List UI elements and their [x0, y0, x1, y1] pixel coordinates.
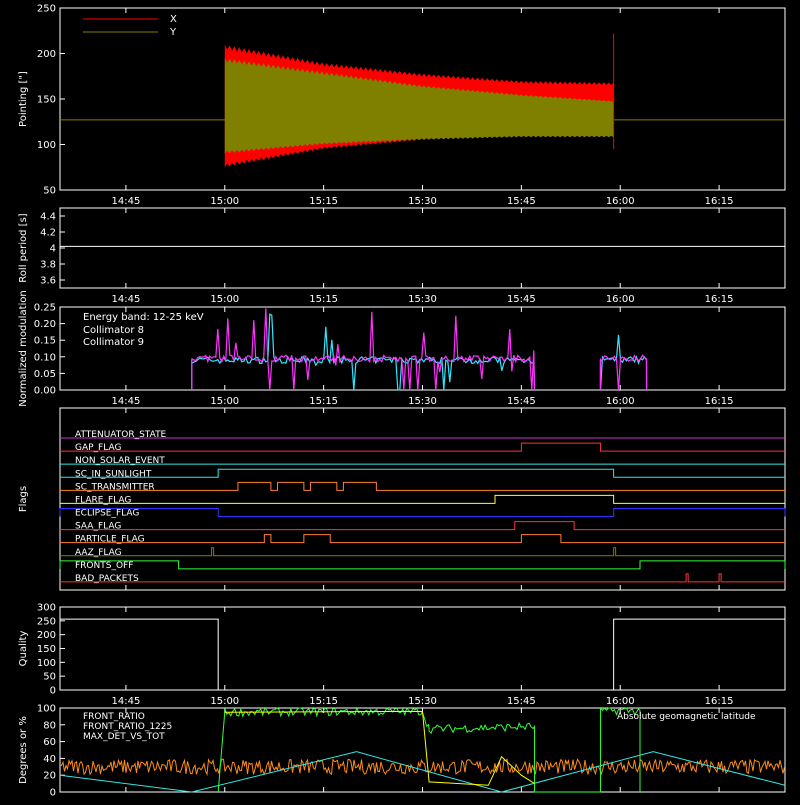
- time-tick-label: 14:45: [111, 396, 140, 407]
- time-tick-label: 16:15: [705, 396, 734, 407]
- time-tick-label: 14:45: [111, 294, 140, 305]
- modulation-legend-1: Collimator 9: [83, 337, 144, 348]
- ratios-legend-1: FRONT_RATIO_1225: [83, 722, 172, 732]
- time-tick-label: 15:15: [309, 294, 338, 305]
- y-tick-label: 3.6: [40, 276, 56, 287]
- time-tick-label: 15:45: [507, 696, 536, 707]
- y-tick-label: 0.20: [34, 319, 56, 330]
- time-tick-label: 15:45: [507, 396, 536, 407]
- time-tick-label: 16:00: [606, 294, 635, 305]
- time-tick-label: 16:00: [606, 396, 635, 407]
- y-tick-label: 200: [37, 630, 56, 641]
- y-tick-label: 250: [37, 616, 56, 627]
- y-tick-label: 40: [43, 754, 56, 765]
- figure: 14:45 15:00 15:15 15:30 15:45 16:00 16:15 Point…: [0, 0, 800, 800]
- y-tick-label: 0.05: [34, 369, 56, 380]
- multi-panel-chart: 14:45 15:00 15:15 15:30 15:45 16:00 16:15 Point…: [0, 0, 800, 800]
- y-tick-label: 150: [37, 644, 56, 655]
- time-tick-label: 15:30: [408, 196, 437, 207]
- flag-label: FRONTS_OFF: [75, 561, 133, 571]
- ratios-legend-geomag: Absolute geomagnetic latitude: [617, 712, 756, 722]
- time-tick-label: 15:30: [408, 294, 437, 305]
- flag-label: ECLIPSE_FLAG: [75, 509, 139, 519]
- time-tick-label: 15:15: [309, 196, 338, 207]
- y-tick-label: 150: [37, 95, 56, 106]
- y-tick-label: 50: [43, 672, 56, 683]
- y-tick-label: 100: [37, 140, 56, 151]
- y-tick-label: 0.15: [34, 336, 56, 347]
- time-tick-label: 14:45: [111, 196, 140, 207]
- time-tick-label: 16:00: [606, 696, 635, 707]
- modulation-legend-0: Collimator 8: [83, 325, 144, 336]
- time-tick-label: 15:45: [507, 196, 536, 207]
- y-axis-label: Roll period [s]: [18, 213, 29, 282]
- time-tick-label: 16:15: [705, 294, 734, 305]
- time-tick-label: 15:30: [408, 396, 437, 407]
- y-tick-label: 4: [50, 244, 56, 255]
- y-tick-label: 0.25: [34, 303, 56, 314]
- y-tick-label: 60: [43, 737, 56, 748]
- time-tick-label: 15:15: [309, 696, 338, 707]
- time-tick-label: 15:15: [309, 396, 338, 407]
- y-tick-label: 0: [50, 686, 56, 697]
- energy-band-annotation: Energy band: 12-25 keV: [83, 312, 204, 323]
- y-axis-label: Quality: [18, 631, 29, 667]
- y-tick-label: 250: [37, 4, 56, 15]
- y-axis-label: Pointing ["]: [18, 71, 29, 127]
- y-tick-label: 0: [50, 788, 56, 799]
- y-tick-label: 80: [43, 720, 56, 731]
- y-tick-label: 0.10: [34, 352, 56, 363]
- time-tick-label: 15:00: [210, 294, 239, 305]
- time-tick-label: 16:00: [606, 196, 635, 207]
- y-tick-label: 0.00: [34, 386, 56, 397]
- y-tick-label: 20: [43, 771, 56, 782]
- y-axis-label: Normalized modulation: [18, 290, 29, 407]
- time-tick-label: 16:15: [705, 196, 734, 207]
- time-tick-label: 14:45: [111, 696, 140, 707]
- y-tick-label: 3.8: [40, 260, 56, 271]
- time-tick-label: 15:00: [210, 396, 239, 407]
- ratios-legend-2: MAX_DET_VS_TOT: [83, 732, 165, 742]
- time-tick-label: 15:30: [408, 696, 437, 707]
- legend-label-y: Y: [169, 27, 177, 38]
- y-tick-label: 50: [43, 186, 56, 197]
- y-tick-label: 4.2: [40, 228, 56, 239]
- y-tick-label: 300: [37, 603, 56, 614]
- y-tick-label: 200: [37, 49, 56, 60]
- legend-label-x: X: [170, 14, 177, 25]
- y-tick-label: 100: [37, 704, 56, 715]
- time-tick-label: 15:00: [210, 196, 239, 207]
- time-tick-label: 16:15: [705, 696, 734, 707]
- y-axis-label: Flags: [18, 486, 29, 512]
- time-tick-label: 15:00: [210, 696, 239, 707]
- y-axis-label: Degrees or %: [18, 716, 29, 784]
- time-tick-label: 15:45: [507, 294, 536, 305]
- y-tick-label: 100: [37, 658, 56, 669]
- y-tick-label: 4.4: [40, 212, 56, 223]
- ratios-legend-0: FRONT_RATIO: [83, 712, 145, 722]
